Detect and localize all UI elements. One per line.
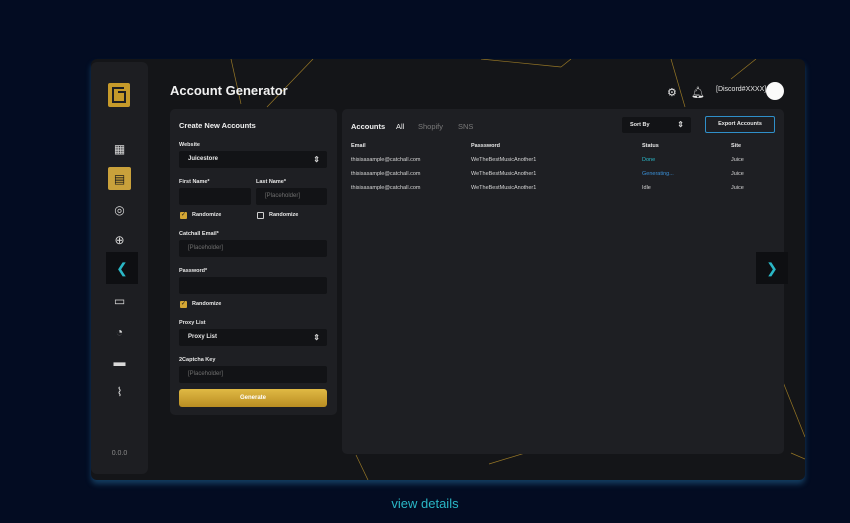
cell-email: thisisasample@catchall.com bbox=[351, 171, 421, 177]
cell-password: WeTheBestMusicAnother1 bbox=[471, 157, 537, 163]
cell-password: WeTheBestMusicAnother1 bbox=[471, 171, 537, 177]
sidebar-item-sites[interactable]: ⊕ bbox=[108, 228, 131, 251]
accounts-panel: Accounts All Shopify SNS Sort By ⇕ Expor… bbox=[342, 109, 784, 454]
sort-label: Sort By bbox=[630, 122, 650, 128]
sort-select[interactable]: Sort By ⇕ bbox=[622, 117, 691, 133]
cell-email: thisisasample@catchall.com bbox=[351, 185, 421, 191]
proxy-select[interactable]: Proxy List ⇕ bbox=[179, 329, 327, 346]
column-header-status: Status bbox=[642, 143, 659, 149]
column-header-email: Email bbox=[351, 143, 366, 149]
version-label: 0.0.0 bbox=[111, 450, 128, 457]
randomize-label: Randomize bbox=[192, 301, 222, 307]
view-details-link[interactable]: view details bbox=[0, 496, 850, 511]
cell-site: Juice bbox=[731, 171, 744, 177]
settings-icon[interactable]: ⚙ bbox=[667, 86, 677, 99]
cell-password: WeTheBestMusicAnother1 bbox=[471, 185, 537, 191]
bell-icon[interactable]: 🔔︎ bbox=[691, 86, 705, 99]
captcha-placeholder: [Placeholder] bbox=[188, 371, 224, 377]
cell-site: Juice bbox=[731, 185, 744, 191]
randomize-label: Randomize bbox=[192, 212, 222, 218]
randomize-last-checkbox[interactable] bbox=[257, 212, 264, 219]
next-arrow-button[interactable]: ❯ bbox=[756, 252, 788, 284]
captcha-label: 2Captcha Key bbox=[179, 357, 216, 363]
tab-accounts[interactable]: Accounts bbox=[351, 122, 385, 131]
last-name-label: Last Name* bbox=[256, 179, 286, 185]
first-name-label: First Name* bbox=[179, 179, 210, 185]
sidebar-item-dashboard[interactable]: ▦ bbox=[108, 137, 131, 160]
column-header-password: Passsword bbox=[471, 143, 501, 149]
select-arrows-icon: ⇕ bbox=[313, 333, 320, 342]
select-arrows-icon: ⇕ bbox=[677, 120, 684, 129]
proxy-value: Proxy List bbox=[188, 334, 218, 340]
sidebar-collapse-button[interactable]: ❮ bbox=[106, 252, 138, 284]
app-window: ▦ ▤ ◎ ⊕ ❮ ▭ ◔ ▬ ⌇ 0.0.0 Account Generato… bbox=[91, 59, 805, 480]
cell-status: Generating... bbox=[642, 171, 674, 177]
avatar[interactable] bbox=[766, 82, 784, 100]
sidebar-item-analytics[interactable]: ⌇ bbox=[108, 380, 131, 403]
catchall-label: Catchall Email* bbox=[179, 231, 219, 237]
briefcase-icon: ▭ bbox=[113, 293, 126, 308]
tab-shopify[interactable]: Shopify bbox=[418, 122, 443, 131]
sidebar-item-billing[interactable]: ▬ bbox=[108, 350, 131, 373]
gauge-icon: ◔ bbox=[115, 324, 124, 339]
catchall-email-field[interactable]: [Placeholder] bbox=[179, 240, 327, 257]
randomize-first-checkbox[interactable]: ✓ bbox=[180, 212, 187, 219]
password-field[interactable] bbox=[179, 277, 327, 294]
card-icon: ▬ bbox=[113, 354, 126, 369]
grid-icon: ▦ bbox=[113, 141, 126, 156]
tab-sns[interactable]: SNS bbox=[458, 122, 473, 131]
captcha-key-field[interactable]: [Placeholder] bbox=[179, 366, 327, 383]
cell-status: Idle bbox=[642, 185, 651, 191]
sidebar-item-proxies[interactable]: ◎ bbox=[108, 198, 131, 221]
sidebar-item-tasks[interactable]: ▭ bbox=[108, 289, 131, 312]
globe-icon: ⊕ bbox=[114, 232, 125, 247]
cell-site: Juice bbox=[731, 157, 744, 163]
collapse-icon: ❮ bbox=[116, 259, 128, 276]
website-select[interactable]: Juicestore ⇕ bbox=[179, 151, 327, 168]
tab-all[interactable]: All bbox=[396, 122, 404, 131]
password-label: Password* bbox=[179, 268, 208, 274]
export-accounts-button[interactable]: Export Accounts bbox=[705, 116, 775, 133]
randomize-label: Randomize bbox=[269, 212, 299, 218]
sidebar-item-monitor[interactable]: ◔ bbox=[108, 320, 131, 343]
catchall-placeholder: [Placeholder] bbox=[188, 245, 224, 251]
sidebar-item-accounts[interactable]: ▤ bbox=[108, 167, 131, 190]
user-name: [Discord#XXXX] bbox=[716, 86, 767, 93]
last-name-placeholder: [Placeholder] bbox=[265, 193, 301, 199]
proxy-globe-icon: ◎ bbox=[114, 202, 125, 217]
cell-email: thisisasample@catchall.com bbox=[351, 157, 421, 163]
cell-status: Done bbox=[642, 157, 656, 163]
proxy-label: Proxy List bbox=[179, 320, 206, 326]
first-name-field[interactable] bbox=[179, 188, 251, 205]
website-label: Website bbox=[179, 142, 200, 148]
create-accounts-panel: Create New Accounts Website Juicestore ⇕… bbox=[170, 109, 337, 415]
chevron-right-icon: ❯ bbox=[766, 260, 778, 276]
generate-button[interactable]: Generate bbox=[179, 389, 327, 407]
column-header-site: Site bbox=[731, 143, 742, 149]
accounts-icon: ▤ bbox=[113, 171, 126, 186]
randomize-password-checkbox[interactable]: ✓ bbox=[180, 301, 187, 308]
logo bbox=[108, 83, 130, 107]
select-arrows-icon: ⇕ bbox=[313, 155, 320, 164]
form-title: Create New Accounts bbox=[179, 121, 256, 130]
page-title: Account Generator bbox=[170, 83, 288, 98]
analytics-icon: ⌇ bbox=[116, 384, 123, 399]
last-name-field[interactable]: [Placeholder] bbox=[256, 188, 327, 205]
website-value: Juicestore bbox=[188, 156, 219, 162]
sidebar: ▦ ▤ ◎ ⊕ ❮ ▭ ◔ ▬ ⌇ 0.0.0 bbox=[91, 62, 148, 474]
